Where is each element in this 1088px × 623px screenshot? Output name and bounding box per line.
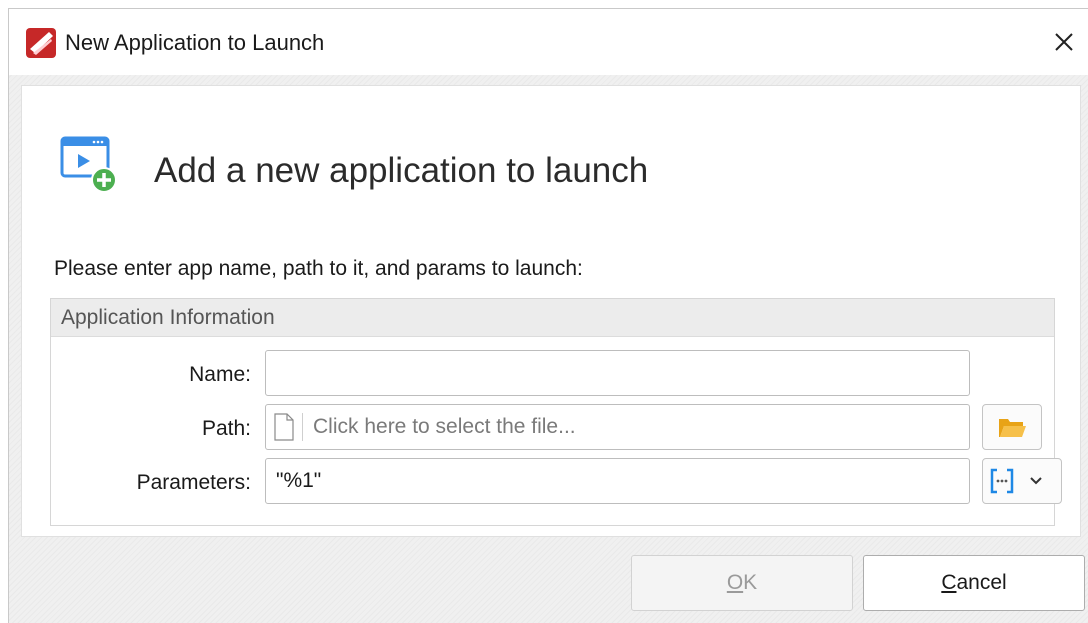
parameters-label: Parameters: — [136, 471, 251, 494]
group-title: Application Information — [51, 299, 1054, 337]
application-information-group: Application Information Name: Path: Clic… — [50, 298, 1062, 526]
pdf-xchange-logo-icon — [26, 28, 56, 58]
page-title: Add a new application to launch — [154, 151, 649, 190]
ok-label-rest: K — [743, 571, 758, 594]
browse-button[interactable] — [982, 404, 1042, 450]
dialog-window: New Application to Launch Add a new appl… — [8, 8, 1088, 623]
close-button[interactable] — [1045, 23, 1083, 61]
path-label: Path: — [201, 417, 251, 440]
instructions-text: Please enter app name, path to it, and p… — [54, 257, 583, 280]
name-label: Name: — [189, 363, 251, 386]
close-icon — [1055, 33, 1073, 51]
macro-insert-icon — [990, 468, 1014, 494]
name-input[interactable] — [265, 350, 970, 396]
insert-macro-button[interactable] — [982, 458, 1062, 504]
cancel-label-rest: ancel — [956, 571, 1007, 594]
folder-open-icon — [999, 419, 1026, 437]
add-application-icon — [60, 136, 117, 193]
path-input[interactable]: Click here to select the file... — [265, 404, 970, 450]
content-panel: Add a new application to launch Please e… — [21, 85, 1081, 537]
ok-button[interactable]: OK — [631, 555, 853, 611]
parameters-input[interactable] — [265, 458, 970, 504]
file-icon — [274, 413, 294, 441]
window-title: New Application to Launch — [65, 30, 325, 55]
ok-mnemonic: O — [726, 571, 744, 594]
cancel-button[interactable]: Cancel — [863, 555, 1085, 611]
title-bar: New Application to Launch — [9, 9, 1088, 75]
path-placeholder: Click here to select the file... — [313, 415, 576, 438]
chevron-down-icon[interactable] — [1029, 476, 1043, 486]
cancel-mnemonic: C — [941, 571, 957, 594]
